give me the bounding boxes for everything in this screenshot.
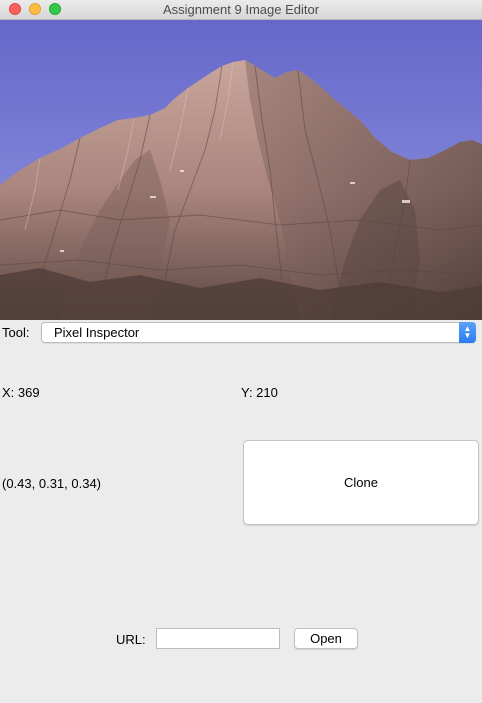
title-bar[interactable]: Assignment 9 Image Editor (0, 0, 482, 20)
chevron-updown-icon: ▲ ▼ (459, 322, 476, 343)
tool-label: Tool: (2, 325, 30, 340)
url-input[interactable] (156, 628, 280, 649)
image-canvas[interactable] (0, 20, 482, 320)
y-coordinate: Y: 210 (241, 385, 278, 400)
pixel-color-value: (0.43, 0.31, 0.34) (2, 476, 102, 491)
clone-button[interactable]: Clone (243, 440, 479, 525)
x-coordinate: X: 369 (2, 385, 40, 400)
window-title: Assignment 9 Image Editor (162, 2, 320, 17)
url-label: URL: (116, 632, 146, 647)
tool-select[interactable]: Pixel Inspector ▲ ▼ (41, 322, 476, 343)
tool-select-value: Pixel Inspector (54, 325, 140, 340)
mountain-image (0, 20, 482, 320)
app-window: Assignment 9 Image Editor Tool: Pixel In… (0, 0, 482, 703)
open-button[interactable]: Open (294, 628, 358, 649)
